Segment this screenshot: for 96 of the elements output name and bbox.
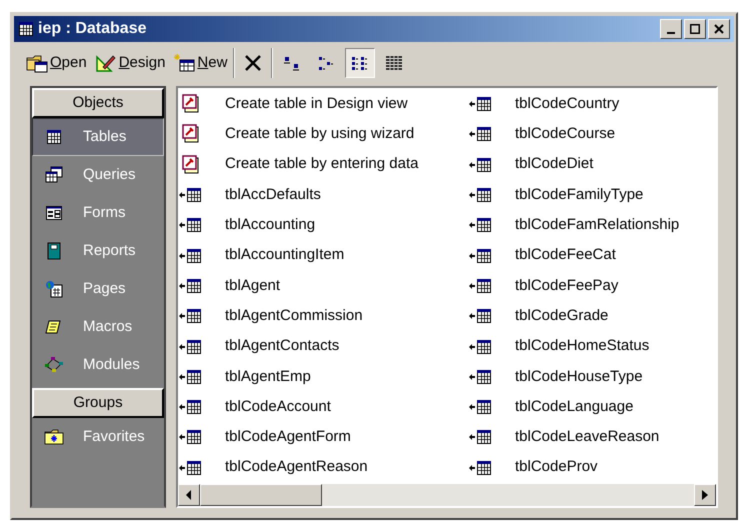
- delete-icon: [243, 53, 264, 73]
- list-item[interactable]: tblCodeDiet: [468, 150, 716, 180]
- globe-page-icon: [45, 280, 63, 298]
- sidebar-item[interactable]: Macros: [32, 308, 164, 346]
- stacked-tables-icon: [45, 166, 63, 184]
- linked-table-icon: [469, 460, 493, 476]
- form-icon: [45, 204, 63, 222]
- linked-table-icon: [469, 217, 493, 234]
- new-button[interactable]: New: [171, 48, 230, 78]
- database-icon: [18, 21, 34, 37]
- list-view-icon: [351, 54, 370, 72]
- new-table-icon: [173, 53, 196, 73]
- linked-table-icon: [469, 248, 493, 264]
- list-item[interactable]: tblCodeLeaveReason: [468, 422, 716, 453]
- list-item[interactable]: tblCodeFamRelationship: [468, 210, 716, 240]
- scroll-left-button[interactable]: [178, 484, 200, 506]
- linked-table-icon: [179, 187, 203, 204]
- linked-table-icon: [469, 399, 493, 416]
- linked-table-icon: [469, 429, 493, 446]
- list-item[interactable]: tblCodeHouseType: [468, 362, 716, 392]
- sidebar-item[interactable]: Favorites: [32, 418, 164, 456]
- list-item[interactable]: Create table in Design view: [178, 89, 468, 120]
- wizard-shortcut-icon: [181, 94, 201, 114]
- linked-table-icon: [179, 278, 203, 294]
- horizontal-scrollbar[interactable]: [178, 484, 716, 506]
- linked-table-icon: [469, 96, 493, 112]
- linked-table-icon: [469, 278, 493, 294]
- minimize-icon: [667, 32, 675, 34]
- small-icons-icon: [317, 54, 336, 72]
- list-item[interactable]: tblCodeLanguage: [468, 392, 716, 422]
- sidebar-item[interactable]: Reports: [32, 232, 164, 270]
- list-item[interactable]: tblAccDefaults: [178, 180, 468, 210]
- window-title: iep : Database: [38, 19, 146, 39]
- group-header-button[interactable]: Groups: [32, 388, 164, 418]
- favorites-folder-icon: [44, 428, 64, 446]
- list-item[interactable]: tblCodeFeeCat: [468, 240, 716, 271]
- linked-table-icon: [179, 460, 203, 476]
- wizard-shortcut-icon: [181, 124, 201, 144]
- list-item[interactable]: Create table by entering data: [178, 150, 468, 180]
- design-button[interactable]: Design: [92, 48, 168, 78]
- details-view-icon: [385, 54, 404, 72]
- scroll-icon: [45, 318, 63, 336]
- minimize-button[interactable]: [660, 19, 682, 39]
- list-item[interactable]: tblCodeFeePay: [468, 270, 716, 302]
- large-icons-icon: [283, 54, 302, 72]
- linked-table-icon: [469, 308, 493, 324]
- linked-table-icon: [179, 368, 203, 385]
- right-arrow-icon: [702, 490, 708, 500]
- list-item[interactable]: tblCodeHomeStatus: [468, 331, 716, 362]
- list-item[interactable]: tblAgentCommission: [178, 301, 468, 332]
- list-item[interactable]: tblCodeFamilyType: [468, 180, 716, 210]
- list-item[interactable]: tblAgentEmp: [178, 362, 468, 392]
- group-header-button[interactable]: Objects: [32, 88, 164, 118]
- close-icon: [714, 24, 724, 34]
- report-book-icon: [45, 242, 63, 260]
- table-icon: [46, 129, 62, 145]
- left-arrow-icon: [186, 490, 192, 500]
- list-item[interactable]: tblCodeAgentReason: [178, 452, 468, 483]
- open-button[interactable]: Open: [24, 48, 89, 78]
- list-item[interactable]: Create table by using wizard: [178, 119, 468, 150]
- sidebar-item[interactable]: Queries: [32, 156, 164, 194]
- list-item[interactable]: tblAgentContacts: [178, 331, 468, 362]
- close-button[interactable]: [708, 19, 730, 39]
- list-item[interactable]: tblCodeProv: [468, 452, 716, 483]
- linked-table-icon: [179, 399, 203, 416]
- maximize-icon: [690, 24, 700, 34]
- linked-table-icon: [179, 217, 203, 234]
- list-item[interactable]: tblAgent: [178, 270, 468, 302]
- scroll-thumb[interactable]: [200, 484, 322, 506]
- folder-icon: [26, 53, 48, 73]
- sidebar-item[interactable]: Modules: [32, 346, 164, 384]
- sidebar-item[interactable]: Forms: [32, 194, 164, 232]
- list-item[interactable]: tblCodeCountry: [468, 89, 716, 120]
- linked-table-icon: [469, 338, 493, 355]
- list-item[interactable]: tblCodeAgentForm: [178, 422, 468, 453]
- list-item[interactable]: tblCodeCourse: [468, 119, 716, 150]
- list-item[interactable]: tblCodeGrade: [468, 301, 716, 332]
- linked-table-icon: [179, 308, 203, 324]
- sidebar-item[interactable]: Pages: [32, 270, 164, 308]
- maximize-button[interactable]: [684, 19, 706, 39]
- scroll-right-button[interactable]: [694, 484, 716, 506]
- list-item[interactable]: tblAccounting: [178, 210, 468, 240]
- linked-table-icon: [179, 248, 203, 264]
- linked-table-icon: [469, 156, 493, 173]
- linked-table-icon: [469, 126, 493, 142]
- ruler-pencil-icon: [94, 53, 117, 73]
- modules-icon: [44, 356, 64, 374]
- linked-table-icon: [179, 338, 203, 355]
- linked-table-icon: [179, 429, 203, 446]
- list-item[interactable]: tblCodeAccount: [178, 392, 468, 422]
- linked-table-icon: [469, 187, 493, 204]
- list-view-button[interactable]: [345, 48, 376, 78]
- linked-table-icon: [469, 368, 493, 385]
- sidebar-item[interactable]: Tables: [32, 118, 164, 156]
- wizard-shortcut-icon: [181, 154, 201, 175]
- list-item[interactable]: tblAccountingItem: [178, 240, 468, 271]
